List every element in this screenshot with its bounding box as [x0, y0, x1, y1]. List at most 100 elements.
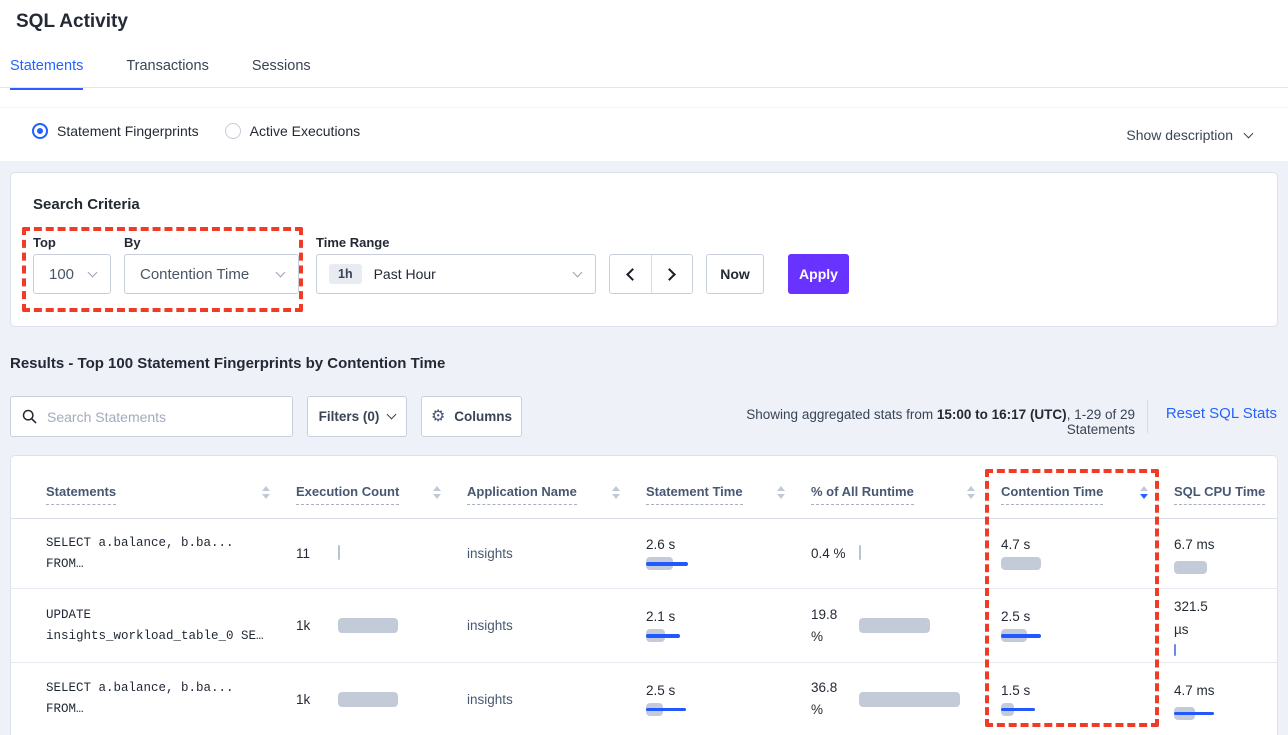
runtime-pct-value: 19.8 % — [811, 604, 851, 648]
table-row: SELECT a.balance, b.ba...FROM… 11 insigh… — [11, 519, 1277, 588]
table-row: UPDATEinsights_workload_table_0 SE… 1k i… — [11, 588, 1277, 662]
show-description-label: Show description — [1126, 127, 1233, 143]
contention-time-value: 1.5 s — [1001, 683, 1144, 698]
sort-icon[interactable] — [262, 486, 270, 499]
columns-button[interactable]: ⚙ Columns — [421, 396, 522, 437]
search-criteria-card: Search Criteria Top 100 By Contention Ti… — [10, 172, 1278, 327]
time-range-select[interactable]: 1h Past Hour — [316, 254, 596, 294]
application-name-value: insights — [467, 618, 646, 633]
radio-unselected-icon[interactable] — [225, 123, 241, 139]
runtime-pct-bar — [859, 618, 930, 633]
time-range-badge: 1h — [329, 264, 362, 284]
execution-count-bar — [338, 692, 398, 707]
tab-transactions[interactable]: Transactions — [126, 58, 208, 90]
sort-icon[interactable] — [612, 486, 620, 499]
application-name-value: insights — [467, 692, 646, 707]
results-heading: Results - Top 100 Statement Fingerprints… — [10, 355, 445, 372]
sql-cpu-time-value: 4.7 ms — [1174, 679, 1222, 702]
view-toggle-group: Statement Fingerprints Active Executions — [32, 123, 360, 139]
reset-sql-stats-link[interactable]: Reset SQL Stats — [1166, 405, 1277, 422]
column-header-runtime-pct[interactable]: % of All Runtime — [811, 484, 1001, 505]
statement-link[interactable]: SELECT a.balance, b.ba...FROM… — [46, 678, 296, 720]
chevron-down-icon — [276, 267, 286, 277]
column-header-label: Statement Time — [646, 484, 743, 505]
statement-time-value: 2.6 s — [646, 537, 781, 552]
execution-count-bar — [338, 618, 398, 633]
by-select-value: Contention Time — [140, 266, 249, 283]
execution-count-cell: 1k — [296, 692, 467, 707]
column-header-statements[interactable]: Statements — [46, 484, 296, 505]
column-header-label: % of All Runtime — [811, 484, 914, 505]
column-header-application-name[interactable]: Application Name — [467, 484, 646, 505]
chevron-down-icon — [88, 267, 98, 277]
column-header-label: Contention Time — [1001, 484, 1103, 505]
sort-icon[interactable] — [777, 486, 785, 499]
statement-time-cell: 2.1 s — [646, 609, 811, 642]
page-title: SQL Activity — [16, 11, 128, 33]
tab-sessions[interactable]: Sessions — [252, 58, 311, 90]
chevron-down-icon — [387, 410, 397, 420]
by-select[interactable]: Contention Time — [124, 254, 299, 294]
search-statements-input[interactable] — [10, 396, 293, 437]
statement-link[interactable]: SELECT a.balance, b.ba...FROM… — [46, 533, 296, 575]
execution-count-value: 1k — [296, 692, 338, 707]
statement-time-cell: 2.5 s — [646, 683, 811, 716]
runtime-pct-cell: 0.4 % — [811, 543, 1001, 565]
tab-statements[interactable]: Statements — [10, 58, 83, 90]
execution-count-bar — [338, 545, 340, 560]
tab-bar-divider — [0, 87, 1288, 88]
statements-table: Statements Execution Count Application N… — [10, 455, 1278, 735]
gear-icon: ⚙ — [431, 409, 445, 425]
top-select[interactable]: 100 — [33, 254, 111, 294]
sort-icon-active-desc[interactable] — [1140, 486, 1148, 499]
time-range-step-group — [609, 254, 693, 294]
statement-link[interactable]: UPDATEinsights_workload_table_0 SE… — [46, 605, 296, 647]
time-range-next-button[interactable] — [651, 255, 693, 293]
sql-cpu-time-cell: 4.7 ms — [1174, 679, 1277, 720]
contention-time-value: 4.7 s — [1001, 537, 1144, 552]
table-row: SELECT a.balance, b.ba...FROM… 1k insigh… — [11, 662, 1277, 735]
column-header-execution-count[interactable]: Execution Count — [296, 484, 467, 505]
top-select-value: 100 — [49, 266, 74, 283]
column-header-sql-cpu-time[interactable]: SQL CPU Time — [1174, 484, 1277, 505]
sort-icon[interactable] — [967, 486, 975, 499]
column-header-statement-time[interactable]: Statement Time — [646, 484, 811, 505]
column-header-label: Execution Count — [296, 484, 399, 505]
apply-button[interactable]: Apply — [788, 254, 849, 294]
execution-count-cell: 11 — [296, 546, 467, 561]
radio-selected-icon[interactable] — [32, 123, 48, 139]
runtime-pct-bar — [859, 545, 861, 560]
stats-prefix: Showing aggregated stats from — [746, 407, 937, 422]
column-header-contention-time[interactable]: Contention Time — [1001, 484, 1174, 505]
runtime-pct-cell: 36.8 % — [811, 677, 1001, 721]
sort-icon[interactable] — [433, 486, 441, 499]
time-range-value: Past Hour — [374, 266, 436, 282]
radio-statement-fingerprints-label: Statement Fingerprints — [57, 123, 199, 139]
execution-count-cell: 1k — [296, 618, 467, 633]
filters-button[interactable]: Filters (0) — [307, 396, 407, 437]
runtime-pct-value: 36.8 % — [811, 677, 851, 721]
chevron-right-icon — [663, 268, 676, 281]
runtime-pct-bar — [859, 692, 960, 707]
time-range-prev-button[interactable] — [610, 255, 651, 293]
sql-cpu-time-cell: 6.7 ms — [1174, 533, 1277, 574]
stats-divider — [1147, 400, 1148, 433]
statement-time-cell: 2.6 s — [646, 537, 811, 570]
radio-statement-fingerprints[interactable]: Statement Fingerprints — [32, 123, 199, 139]
statement-time-value: 2.1 s — [646, 609, 781, 624]
contention-time-value: 2.5 s — [1001, 609, 1144, 624]
contention-time-cell: 4.7 s — [1001, 537, 1174, 570]
now-button[interactable]: Now — [706, 254, 764, 294]
top-label: Top — [33, 235, 56, 250]
show-description-toggle[interactable]: Show description — [1126, 127, 1252, 143]
chevron-down-icon — [573, 267, 583, 277]
statement-time-value: 2.5 s — [646, 683, 781, 698]
search-icon — [22, 409, 37, 429]
runtime-pct-value: 0.4 % — [811, 543, 851, 565]
radio-active-executions[interactable]: Active Executions — [225, 123, 361, 139]
table-header-row: Statements Execution Count Application N… — [11, 456, 1277, 519]
time-range-label: Time Range — [316, 235, 389, 250]
stats-suffix: , 1-29 of 29 Statements — [1067, 407, 1135, 437]
sql-cpu-time-cell: 321.5 µs — [1174, 595, 1277, 656]
column-header-label: SQL CPU Time — [1174, 484, 1265, 505]
